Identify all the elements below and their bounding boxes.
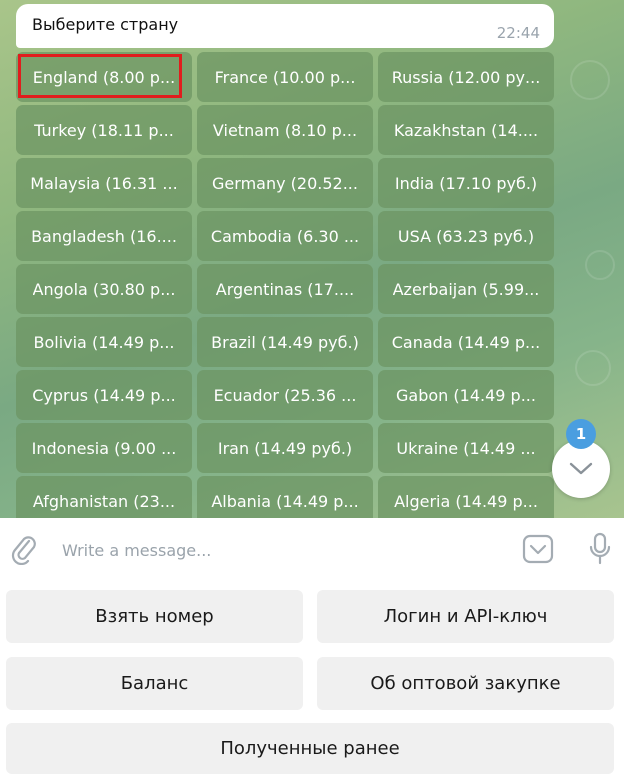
country-button[interactable]: Gabon (14.49 р... [378, 370, 554, 420]
country-button[interactable]: Bolivia (14.49 р... [16, 317, 192, 367]
country-button-label: Turkey (18.11 р... [34, 120, 174, 140]
country-button[interactable]: Argentinas (17.... [197, 264, 373, 314]
emoji-icon[interactable] [522, 534, 554, 568]
country-button-label: Afghanistan (23... [32, 491, 176, 511]
message-time: 22:44 [496, 24, 540, 42]
country-button-label: Kazakhstan (14.... [393, 120, 539, 140]
take-number-button[interactable]: Взять номер [6, 590, 303, 643]
country-button[interactable]: Iran (14.49 руб.) [197, 423, 373, 473]
country-button-label: Angola (30.80 р... [32, 279, 176, 299]
country-button-label: Albania (14.49 р... [211, 491, 359, 511]
country-button-label: Canada (14.49 р... [391, 332, 541, 352]
country-button[interactable]: Indonesia (9.00 ... [16, 423, 192, 473]
background-doodle [570, 60, 610, 100]
country-button[interactable]: Cyprus (14.49 р... [16, 370, 192, 420]
chevron-down-icon [569, 462, 593, 475]
country-button[interactable]: Algeria (14.49 р... [378, 476, 554, 518]
country-button-label: India (17.10 руб.) [394, 173, 538, 193]
country-button-label: Germany (20.52... [212, 173, 358, 193]
country-button-label: France (10.00 р... [214, 67, 356, 87]
country-button-label: Bolivia (14.49 р... [33, 332, 175, 352]
country-button-label: Brazil (14.49 руб.) [211, 332, 359, 352]
country-button[interactable]: Vietnam (8.10 р... [197, 105, 373, 155]
country-button[interactable]: Malaysia (16.31 ... [16, 158, 192, 208]
country-button[interactable]: Bangladesh (16.... [16, 211, 192, 261]
login-api-button[interactable]: Логин и API-ключ [317, 590, 614, 643]
inline-keyboard: England (8.00 р... France (10.00 р... Russ… [16, 52, 554, 518]
country-button-label: Indonesia (9.00 ... [31, 438, 177, 458]
country-button-label: Algeria (14.49 р... [394, 491, 538, 511]
country-button[interactable]: Afghanistan (23... [16, 476, 192, 518]
country-button-label: Ukraine (14.49 ... [396, 438, 536, 458]
background-doodle [575, 350, 611, 386]
country-button[interactable]: England (8.00 р... [16, 52, 192, 102]
country-button[interactable]: Brazil (14.49 руб.) [197, 317, 373, 367]
country-button-label: Bangladesh (16.... [31, 226, 177, 246]
country-button-label: Malaysia (16.31 ... [30, 173, 178, 193]
country-button[interactable]: Russia (12.00 ру... [378, 52, 554, 102]
country-button-label: Azerbaijan (5.99... [392, 279, 540, 299]
country-button[interactable]: Canada (14.49 р... [378, 317, 554, 367]
country-button[interactable]: Kazakhstan (14.... [378, 105, 554, 155]
country-button[interactable]: Cambodia (6.30 ... [197, 211, 373, 261]
received-earlier-button[interactable]: Полученные ранее [6, 723, 614, 774]
background-doodle [585, 250, 615, 280]
country-button[interactable]: Albania (14.49 р... [197, 476, 373, 518]
country-button[interactable]: Angola (30.80 р... [16, 264, 192, 314]
country-button[interactable]: Azerbaijan (5.99... [378, 264, 554, 314]
country-button-label: Vietnam (8.10 р... [212, 120, 358, 140]
wholesale-button[interactable]: Об оптовой закупке [317, 657, 614, 710]
country-button[interactable]: Ukraine (14.49 ... [378, 423, 554, 473]
microphone-icon[interactable] [588, 532, 612, 570]
country-button[interactable]: Turkey (18.11 р... [16, 105, 192, 155]
country-button-label: Cambodia (6.30 ... [210, 226, 360, 246]
reply-keyboard: Взять номер Логин и API-ключ Баланс Об о… [0, 582, 624, 774]
paperclip-icon[interactable] [10, 533, 38, 569]
country-button-label: Iran (14.49 руб.) [217, 438, 353, 458]
country-button[interactable]: India (17.10 руб.) [378, 158, 554, 208]
country-button[interactable]: Germany (20.52... [197, 158, 373, 208]
country-button-label: Cyprus (14.49 р... [32, 385, 176, 405]
unread-badge: 1 [566, 419, 596, 449]
country-button-label: Gabon (14.49 р... [396, 385, 536, 405]
country-button-label: Russia (12.00 ру... [391, 67, 541, 87]
country-button[interactable]: France (10.00 р... [197, 52, 373, 102]
balance-button[interactable]: Баланс [6, 657, 303, 710]
message-text: Выберите страну [32, 15, 179, 34]
message-input[interactable] [62, 530, 502, 570]
country-button-label: England (8.00 р... [32, 67, 176, 87]
country-button[interactable]: USA (63.23 руб.) [378, 211, 554, 261]
country-button-label: Argentinas (17.... [215, 279, 355, 299]
bot-message: Выберите страну 22:44 [16, 4, 554, 48]
country-button-label: Ecuador (25.36 ... [213, 385, 357, 405]
country-button-label: USA (63.23 руб.) [397, 226, 535, 246]
chat-area: Выберите страну 22:44 England (8.00 р...… [0, 0, 624, 518]
country-button[interactable]: Ecuador (25.36 ... [197, 370, 373, 420]
